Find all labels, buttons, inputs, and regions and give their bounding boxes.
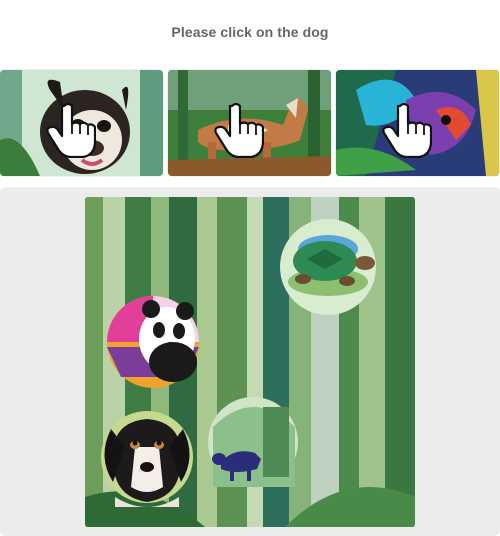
challenge-header: Please click on the dog <box>0 0 500 64</box>
cow-object[interactable] <box>208 397 298 487</box>
turtle-object[interactable] <box>280 219 376 315</box>
challenge-task-area <box>0 187 500 536</box>
challenge-canvas[interactable] <box>85 197 415 527</box>
pointer-hand-icon <box>46 102 96 158</box>
example-image-3 <box>336 70 499 176</box>
example-images-row <box>0 70 500 178</box>
challenge-prompt: Please click on the dog <box>171 24 329 40</box>
example-image-2 <box>168 70 331 176</box>
pointer-hand-icon <box>214 102 264 158</box>
example-image-1 <box>0 70 163 176</box>
panda-object[interactable] <box>107 296 199 388</box>
pointer-hand-icon <box>382 102 432 158</box>
